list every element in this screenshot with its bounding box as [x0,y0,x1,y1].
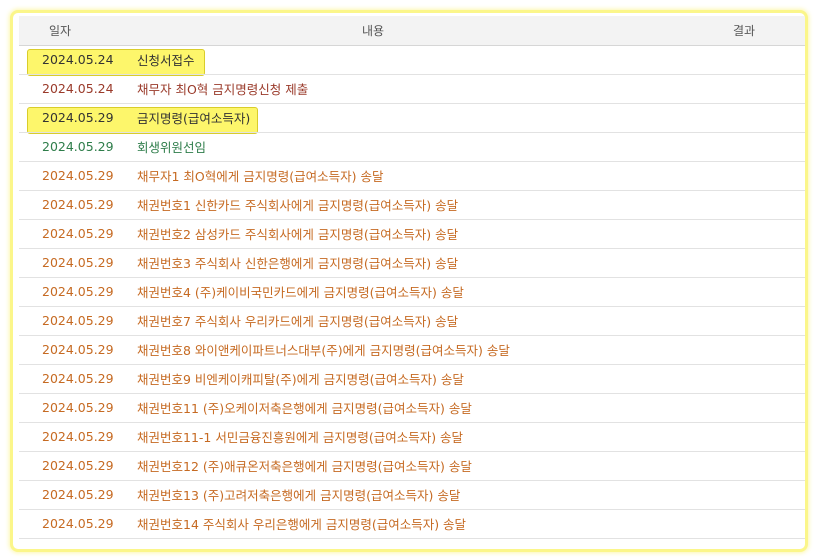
row-date: 2024.05.29 [19,422,117,452]
row-date: 2024.05.29 [19,335,117,365]
row-result [677,277,805,307]
row-date: 2024.05.29 [19,103,117,133]
table-row: 2024.05.29 채권번호1 신한카드 주식회사에게 금지명령(급여소득자)… [19,190,805,220]
row-content: 회생위원선임 [117,132,677,162]
table-row: 2024.05.29 채권번호8 와이앤케이파트너스대부(주)에게 금지명령(급… [19,335,805,365]
row-date: 2024.05.24 [19,74,117,104]
row-result [677,480,805,510]
row-result [677,132,805,162]
row-content: 채권번호4 (주)케이비국민카드에게 금지명령(급여소득자) 송달 [117,277,677,307]
row-result [677,335,805,365]
row-date: 2024.05.29 [19,219,117,249]
row-date: 2024.05.29 [19,509,117,539]
row-content: 채권번호13 (주)고려저축은행에게 금지명령(급여소득자) 송달 [117,480,677,510]
row-content: 채무자 최O혁 금지명령신청 제출 [117,74,677,104]
row-result [677,45,805,75]
table-row: 2024.05.29 채권번호12 (주)애큐온저축은행에게 금지명령(급여소득… [19,451,805,481]
header-content: 내용 [117,16,677,46]
table-row: 2024.05.29 채권번호2 삼성카드 주식회사에게 금지명령(급여소득자)… [19,219,805,249]
table-row: 2024.05.24 신청서접수 [19,45,805,75]
row-result [677,393,805,423]
table-header-row: 일자 내용 결과 [19,16,805,46]
row-date: 2024.05.29 [19,161,117,191]
table-row: 2024.05.29 회생위원선임 [19,132,805,162]
row-content: 채무자1 최O혁에게 금지명령(급여소득자) 송달 [117,161,677,191]
header-date: 일자 [19,16,117,46]
row-date: 2024.05.29 [19,451,117,481]
row-date: 2024.05.24 [19,45,117,75]
table-row: 2024.05.29 채권번호3 주식회사 신한은행에게 금지명령(급여소득자)… [19,248,805,278]
row-result [677,190,805,220]
row-result [677,509,805,539]
row-content: 채권번호1 신한카드 주식회사에게 금지명령(급여소득자) 송달 [117,190,677,220]
table-row: 2024.05.29 채권번호11 (주)오케이저축은행에게 금지명령(급여소득… [19,393,805,423]
case-progress-table: 일자 내용 결과 2024.05.24 신청서접수 2024.05.24 채무자… [19,16,805,539]
table-row: 2024.05.29 채권번호14 주식회사 우리은행에게 금지명령(급여소득자… [19,509,805,539]
row-result [677,161,805,191]
row-content: 채권번호11 (주)오케이저축은행에게 금지명령(급여소득자) 송달 [117,393,677,423]
table-row: 2024.05.29 채권번호11-1 서민금융진흥원에게 금지명령(급여소득자… [19,422,805,452]
row-result [677,306,805,336]
row-content: 채권번호14 주식회사 우리은행에게 금지명령(급여소득자) 송달 [117,509,677,539]
row-content: 채권번호7 주식회사 우리카드에게 금지명령(급여소득자) 송달 [117,306,677,336]
row-content: 금지명령(급여소득자) [117,103,677,133]
row-date: 2024.05.29 [19,132,117,162]
row-date: 2024.05.29 [19,364,117,394]
row-content: 채권번호12 (주)애큐온저축은행에게 금지명령(급여소득자) 송달 [117,451,677,481]
row-result [677,451,805,481]
table-row: 2024.05.24 채무자 최O혁 금지명령신청 제출 [19,74,805,104]
table-row: 2024.05.29 채권번호4 (주)케이비국민카드에게 금지명령(급여소득자… [19,277,805,307]
row-date: 2024.05.29 [19,306,117,336]
row-result [677,219,805,249]
table-row: 2024.05.29 채권번호9 비엔케이캐피탈(주)에게 금지명령(급여소득자… [19,364,805,394]
row-date: 2024.05.29 [19,248,117,278]
row-date: 2024.05.29 [19,277,117,307]
row-content: 신청서접수 [117,45,677,75]
row-content: 채권번호8 와이앤케이파트너스대부(주)에게 금지명령(급여소득자) 송달 [117,335,677,365]
row-content: 채권번호2 삼성카드 주식회사에게 금지명령(급여소득자) 송달 [117,219,677,249]
row-result [677,422,805,452]
table-row: 2024.05.29 금지명령(급여소득자) [19,103,805,133]
row-date: 2024.05.29 [19,190,117,220]
row-result [677,103,805,133]
row-result [677,364,805,394]
row-content: 채권번호9 비엔케이캐피탈(주)에게 금지명령(급여소득자) 송달 [117,364,677,394]
table-row: 2024.05.29 채무자1 최O혁에게 금지명령(급여소득자) 송달 [19,161,805,191]
row-result [677,74,805,104]
case-history-panel: 일자 내용 결과 2024.05.24 신청서접수 2024.05.24 채무자… [10,10,808,552]
row-result [677,248,805,278]
row-date: 2024.05.29 [19,480,117,510]
row-content: 채권번호11-1 서민금융진흥원에게 금지명령(급여소득자) 송달 [117,422,677,452]
header-result: 결과 [677,16,805,46]
row-content: 채권번호3 주식회사 신한은행에게 금지명령(급여소득자) 송달 [117,248,677,278]
table-row: 2024.05.29 채권번호13 (주)고려저축은행에게 금지명령(급여소득자… [19,480,805,510]
table-row: 2024.05.29 채권번호7 주식회사 우리카드에게 금지명령(급여소득자)… [19,306,805,336]
row-date: 2024.05.29 [19,393,117,423]
